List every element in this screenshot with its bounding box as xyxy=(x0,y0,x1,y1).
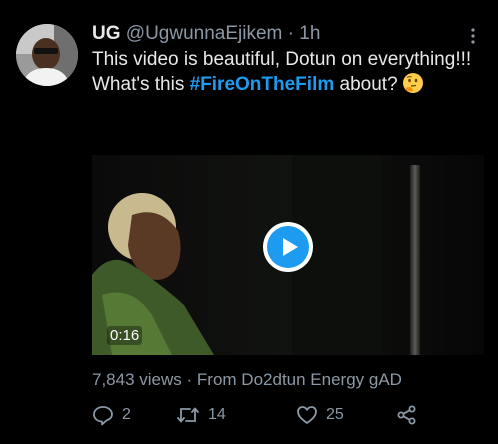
view-count: 7,843 views xyxy=(92,370,182,389)
avatar[interactable] xyxy=(16,24,78,86)
timestamp[interactable]: 1h xyxy=(299,23,320,44)
action-bar: 2 14 25 xyxy=(92,400,492,430)
hashtag-link[interactable]: #FireOnTheFilm xyxy=(190,74,335,95)
display-name[interactable]: UG xyxy=(92,23,121,44)
reply-button[interactable]: 2 xyxy=(92,400,131,430)
share-icon xyxy=(397,405,416,425)
video-source[interactable]: From Do2dtun Energy gAD xyxy=(197,370,402,389)
tweet-text: This video is beautiful, Dotun on everyt… xyxy=(92,47,482,97)
retweet-button[interactable]: 14 xyxy=(176,400,226,430)
video-duration: 0:16 xyxy=(107,326,143,345)
retweet-count: 14 xyxy=(208,406,226,423)
tweet-header: UG @UgwunnaEjikem · 1h xyxy=(92,22,320,46)
tweet-text-part2: about? xyxy=(334,74,398,95)
meta-separator: · xyxy=(186,370,193,389)
tweet[interactable]: UG @UgwunnaEjikem · 1h This video is bea… xyxy=(0,0,498,444)
user-handle[interactable]: @UgwunnaEjikem xyxy=(126,23,283,44)
play-button[interactable] xyxy=(263,222,313,272)
share-button[interactable] xyxy=(396,400,426,430)
like-button[interactable]: 25 xyxy=(296,400,344,430)
reply-icon xyxy=(93,406,113,426)
reply-count: 2 xyxy=(122,406,131,423)
header-separator: · xyxy=(287,23,294,44)
retweet-icon xyxy=(177,407,199,423)
heart-icon xyxy=(297,406,317,424)
play-icon xyxy=(283,238,298,256)
more-vertical-icon[interactable] xyxy=(466,26,480,46)
tweet-meta: 7,843 views · From Do2dtun Energy gAD xyxy=(92,370,402,390)
like-count: 25 xyxy=(326,406,344,423)
thinking-face-icon xyxy=(402,72,424,94)
